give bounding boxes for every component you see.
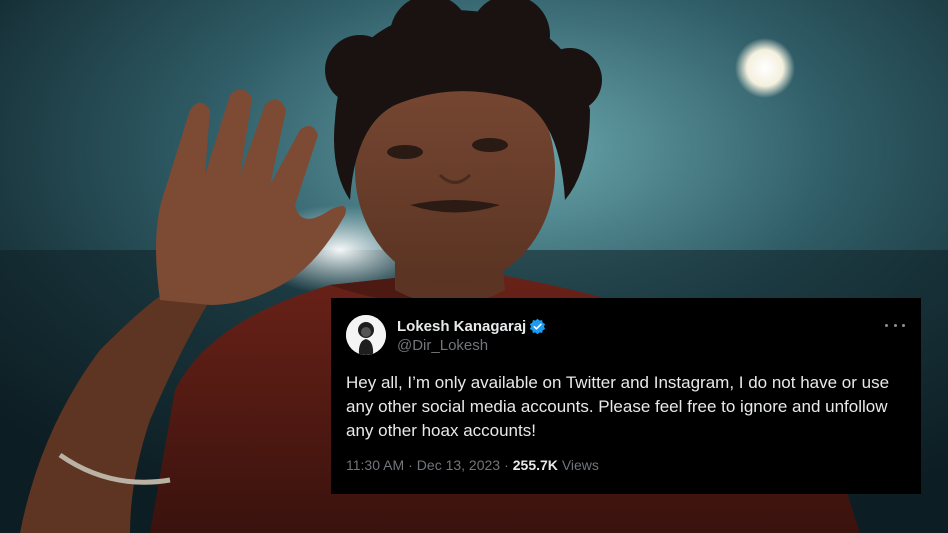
more-dot	[893, 323, 897, 327]
news-image: Lokesh Kanagaraj @Dir_Lokesh Hey all, I’…	[0, 0, 948, 533]
author-handle[interactable]: @Dir_Lokesh	[397, 337, 488, 354]
profile-photo-icon	[346, 315, 386, 355]
tweet-date[interactable]: Dec 13, 2023	[417, 457, 500, 473]
author-name[interactable]: Lokesh Kanagaraj	[397, 318, 526, 335]
more-dot	[902, 323, 905, 327]
tweet-meta: 11:30 AM · Dec 13, 2023 · 255.7K Views	[346, 457, 599, 473]
avatar[interactable]	[346, 315, 386, 355]
views-count[interactable]: 255.7K	[513, 457, 558, 473]
views-label: Views	[561, 457, 599, 473]
tweet-time[interactable]: 11:30 AM	[346, 457, 404, 473]
tweet-text: Hey all, I’m only available on Twitter a…	[346, 373, 890, 440]
verified-badge-icon	[530, 318, 546, 334]
tweet-card[interactable]: Lokesh Kanagaraj @Dir_Lokesh Hey all, I’…	[331, 298, 921, 494]
more-options-icon[interactable]	[885, 318, 905, 332]
more-dot	[885, 323, 888, 327]
meta-separator: ·	[504, 457, 509, 473]
meta-separator: ·	[408, 457, 413, 473]
author-name-row[interactable]: Lokesh Kanagaraj	[397, 317, 546, 335]
